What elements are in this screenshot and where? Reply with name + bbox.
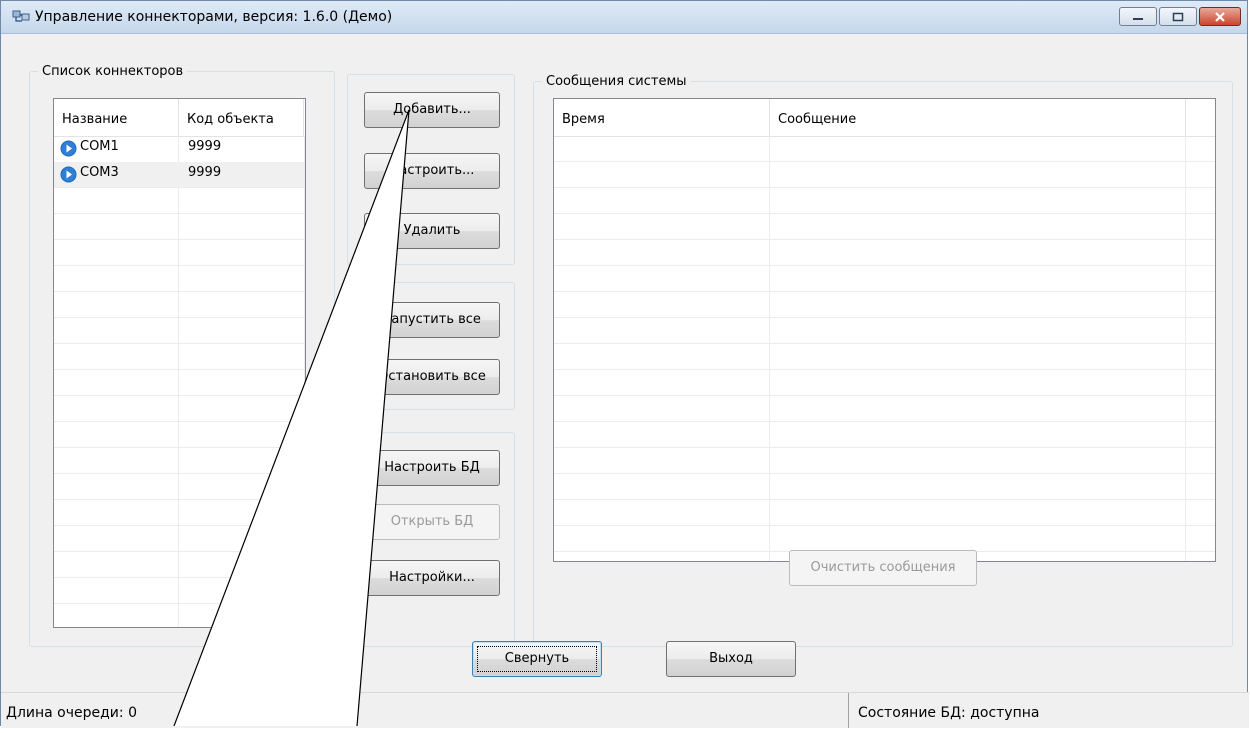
messages-list-header: Время Сообщение <box>554 99 1215 137</box>
app-icon <box>12 10 30 22</box>
column-header-time[interactable]: Время <box>554 99 770 136</box>
row-grid-line <box>54 525 305 526</box>
db-state-status: Состояние БД: доступна <box>858 705 1040 721</box>
column-header-message[interactable]: Сообщение <box>770 99 1186 136</box>
row-grid-line <box>54 499 305 500</box>
row-grid-line <box>54 551 305 552</box>
column-header-filler <box>1186 99 1215 136</box>
status-bar: Длина очереди: 0 Состояние БД: доступна <box>1 692 1249 728</box>
column-divider <box>1185 136 1186 561</box>
play-icon <box>60 140 77 157</box>
row-grid-line <box>554 317 1215 318</box>
row-grid-line <box>54 421 305 422</box>
window-title: Управление коннекторами, версия: 1.6.0 (… <box>35 9 393 25</box>
row-grid-line <box>554 161 1215 162</box>
row-grid-line <box>54 265 305 266</box>
row-grid-line <box>554 291 1215 292</box>
add-button[interactable]: Добавить... <box>364 92 500 128</box>
queue-length-status: Длина очереди: 0 <box>1 693 849 728</box>
connector-name: COM1 <box>80 139 119 154</box>
row-grid-line <box>54 317 305 318</box>
connector-name: COM3 <box>80 165 119 180</box>
messages-group-title: Сообщения системы <box>546 74 687 89</box>
row-grid-line <box>54 473 305 474</box>
connectors-group-title: Список коннекторов <box>42 64 184 79</box>
delete-button[interactable]: Удалить <box>364 213 500 249</box>
minimize-app-button[interactable]: Свернуть <box>472 641 602 677</box>
row-grid-line <box>54 187 305 188</box>
row-grid-line <box>554 369 1215 370</box>
row-grid-line <box>554 187 1215 188</box>
minimize-icon <box>1133 17 1143 20</box>
row-grid-line <box>54 343 305 344</box>
clear-messages-button[interactable]: Очистить сообщения <box>789 550 977 586</box>
start-all-button[interactable]: Запустить все <box>364 302 500 338</box>
connector-object-code: 9999 <box>188 165 222 180</box>
window-content: Список коннекторов Название Код объекта … <box>9 34 1241 689</box>
list-item[interactable]: COM1 9999 <box>54 136 304 162</box>
row-grid-line <box>54 369 305 370</box>
row-grid-line <box>554 447 1215 448</box>
stop-all-button[interactable]: Остановить все <box>364 359 500 395</box>
row-grid-line <box>554 213 1215 214</box>
maximize-icon <box>1172 12 1184 21</box>
column-divider <box>769 136 770 561</box>
row-grid-line <box>554 473 1215 474</box>
maximize-window-button[interactable] <box>1159 7 1197 26</box>
row-grid-line <box>554 499 1215 500</box>
messages-list[interactable]: Время Сообщение <box>553 98 1216 562</box>
row-grid-line <box>554 265 1215 266</box>
connectors-list-header: Название Код объекта <box>54 99 305 137</box>
row-grid-line <box>54 395 305 396</box>
exit-button[interactable]: Выход <box>666 641 796 677</box>
play-icon <box>60 166 77 183</box>
row-grid-line <box>554 421 1215 422</box>
caption-buttons <box>1119 7 1241 27</box>
close-window-button[interactable] <box>1199 7 1241 26</box>
column-divider <box>178 136 179 627</box>
row-grid-line <box>554 239 1215 240</box>
row-grid-line <box>54 239 305 240</box>
messages-list-body <box>554 136 1215 561</box>
connector-object-code: 9999 <box>188 139 222 154</box>
row-grid-line <box>54 213 305 214</box>
list-item[interactable]: COM3 9999 <box>54 162 304 188</box>
connectors-list-body: COM1 9999 COM3 9999 <box>54 136 305 627</box>
connectors-list[interactable]: Название Код объекта COM1 9999 COM3 9999 <box>53 98 306 628</box>
main-window: Управление коннекторами, версия: 1.6.0 (… <box>0 0 1249 728</box>
configure-db-button[interactable]: Настроить БД <box>364 450 500 486</box>
column-divider <box>304 136 305 627</box>
row-grid-line <box>54 291 305 292</box>
title-bar[interactable]: Управление коннекторами, версия: 1.6.0 (… <box>1 1 1247 34</box>
row-grid-line <box>54 603 305 604</box>
settings-button[interactable]: Настройки... <box>364 560 500 596</box>
row-grid-line <box>554 525 1215 526</box>
row-grid-line <box>54 447 305 448</box>
row-grid-line <box>54 577 305 578</box>
row-grid-line <box>554 343 1215 344</box>
configure-button[interactable]: Настроить... <box>364 153 500 189</box>
close-icon <box>1215 11 1225 22</box>
column-header-name[interactable]: Название <box>54 99 179 136</box>
column-header-object-code[interactable]: Код объекта <box>179 99 304 136</box>
focus-rectangle <box>477 646 597 672</box>
minimize-window-button[interactable] <box>1119 7 1157 26</box>
row-grid-line <box>554 395 1215 396</box>
open-db-button[interactable]: Открыть БД <box>364 504 500 540</box>
